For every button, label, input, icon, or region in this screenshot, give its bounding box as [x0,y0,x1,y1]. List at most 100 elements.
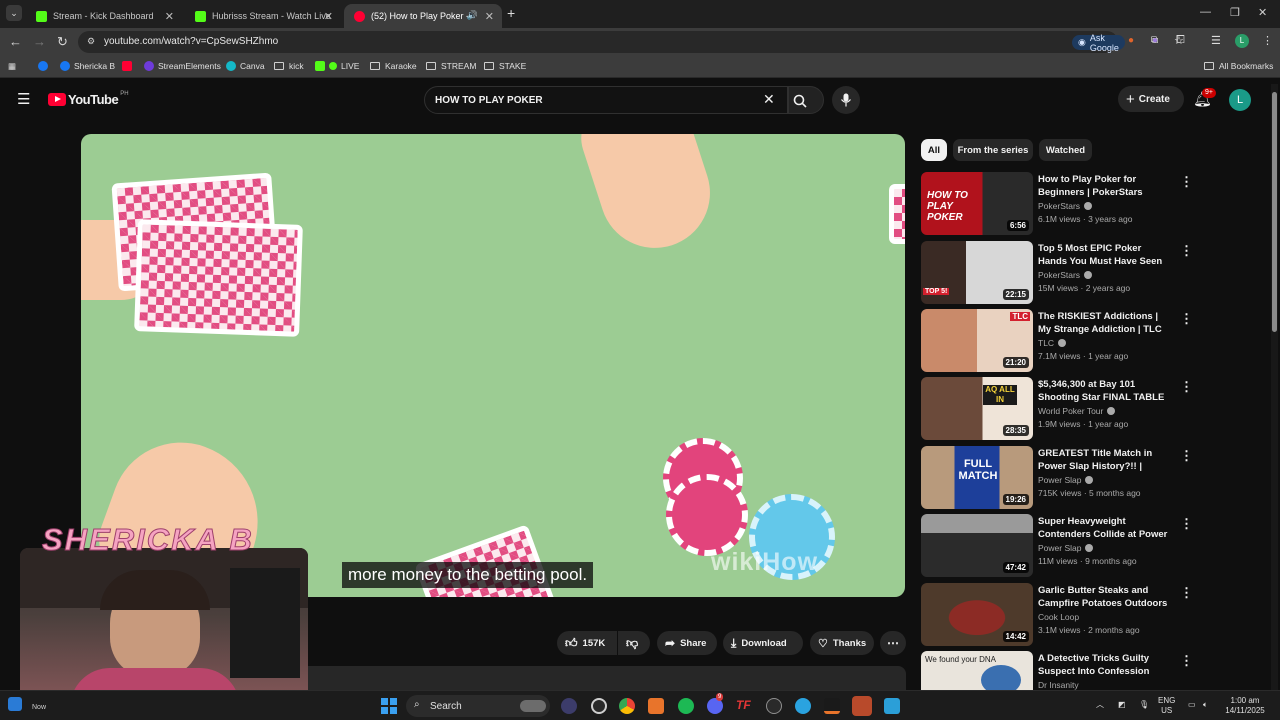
video-thumbnail[interactable]: FULL MATCH 19:26 [921,446,1033,509]
channel-name[interactable]: TLC [1038,338,1067,348]
chrome-app-icon[interactable] [619,698,635,714]
youtube-logo[interactable]: YouTube PH [48,91,129,107]
bookmark-folder-kick[interactable]: kick [274,61,304,71]
video-title[interactable]: A Detective Tricks Guilty Suspect Into C… [1038,652,1168,678]
video-thumbnail[interactable]: HOW TO PLAY POKER 6:56 [921,172,1033,235]
account-avatar[interactable]: L [1229,89,1251,111]
recommended-video[interactable]: TLC 21:20 The RISKIEST Addictions | My S… [921,309,1261,373]
video-thumbnail[interactable]: 14:42 [921,583,1033,646]
widgets-button[interactable]: Now [8,696,46,711]
restore-icon[interactable]: ❐ [1230,6,1240,19]
search-input[interactable]: HOW TO PLAY POKER ✕ [424,86,788,114]
more-options-icon[interactable]: ⋮ [1180,653,1193,669]
tf-app-icon[interactable]: TF [736,698,752,714]
reading-list-icon[interactable]: ☰ [1211,34,1221,47]
video-title[interactable]: Garlic Butter Steaks and Campfire Potato… [1038,584,1168,610]
more-options-icon[interactable]: ⋮ [1180,448,1193,464]
forward-icon[interactable]: → [33,34,46,49]
tab-kick-dashboard[interactable]: Stream - Kick Dashboard ✕ [26,4,182,28]
close-tab-icon[interactable]: ✕ [485,10,494,23]
tab-youtube-poker[interactable]: (52) How to Play Poker - Yo 🔊 ✕ [344,4,502,28]
chip-from-the-series[interactable]: From the series [953,139,1033,161]
bookmark-folder-karaoke[interactable]: Karaoke [370,61,417,71]
video-title[interactable]: Super Heavyweight Contenders Collide at … [1038,515,1168,541]
bookmark-streamelements[interactable]: StreamElements [144,61,221,71]
tray-overflow-icon[interactable]: ︿ [1096,700,1104,710]
site-info-icon[interactable]: ⚙ [87,36,95,47]
channel-name[interactable]: PokerStars [1038,201,1093,211]
more-options-icon[interactable]: ⋮ [1180,379,1193,395]
description-box[interactable] [300,666,906,690]
recommended-video[interactable]: AQ ALL IN 28:35 $5,346,300 at Bay 101 Sh… [921,377,1261,441]
recommended-video[interactable]: 47:42 Super Heavyweight Contenders Colli… [921,514,1261,578]
more-options-icon[interactable]: ⋮ [1180,585,1193,601]
like-button[interactable]: 👍︎ 157K [557,631,617,655]
more-options-icon[interactable]: ⋮ [1180,174,1193,190]
page-scrollbar[interactable] [1271,84,1278,690]
share-button[interactable]: ➦ Share [657,631,717,655]
taskbar-search[interactable]: ⌕ Search [406,695,550,717]
notepad-app-icon[interactable] [884,698,900,714]
channel-name[interactable]: Power Slap [1038,475,1094,485]
all-bookmarks-button[interactable]: All Bookmarks [1204,61,1273,71]
thanks-button[interactable]: ♡ Thanks [810,631,874,655]
apps-grid-icon[interactable]: ▦ [8,61,16,72]
recommended-video[interactable]: HOW TO PLAY POKER 6:56 How to Play Poker… [921,172,1261,236]
create-button[interactable]: + Create [1118,86,1184,112]
clear-search-icon[interactable]: ✕ [763,91,775,108]
bookmark-youtube[interactable] [122,61,136,71]
extension-fox-icon[interactable]: ● [1128,35,1134,46]
close-window-icon[interactable]: ✕ [1258,6,1267,19]
bookmark-canva[interactable]: Canva [226,61,265,71]
telegram-app-icon[interactable] [795,698,811,714]
recommended-video[interactable]: 14:42 Garlic Butter Steaks and Campfire … [921,583,1261,647]
recommended-video[interactable]: TOP 5! 22:15 Top 5 Most EPIC Poker Hands… [921,241,1261,305]
spotify-app-icon[interactable] [678,698,694,714]
copilot-app-icon[interactable] [561,698,577,714]
bookmark-shericka-b[interactable]: Shericka B [60,61,115,71]
more-options-icon[interactable]: ⋮ [1180,311,1193,327]
ask-google-button[interactable]: ◉ Ask Google [1072,33,1125,53]
bookmark-facebook[interactable] [38,61,52,71]
chip-all[interactable]: All [921,139,947,161]
video-thumbnail[interactable]: AQ ALL IN 28:35 [921,377,1033,440]
channel-name[interactable]: Cook Loop [1038,612,1079,622]
hamburger-menu-icon[interactable]: ☰ [17,90,30,108]
more-actions-button[interactable]: ⋯ [880,631,906,655]
tray-app-icon[interactable]: ◩ [1118,700,1126,710]
video-thumbnail[interactable]: TLC 21:20 [921,309,1033,372]
tab-search-button[interactable]: ⌄ [6,5,22,21]
clock[interactable]: 1:00 am 14/11/2025 [1222,696,1268,716]
profile-avatar[interactable]: L [1235,34,1249,48]
video-title[interactable]: The RISKIEST Addictions | My Strange Add… [1038,310,1168,336]
language-indicator[interactable]: ENG US [1158,696,1175,716]
scrollbar-thumb[interactable] [1272,92,1277,332]
video-thumbnail[interactable]: TOP 5! 22:15 [921,241,1033,304]
obs-app-icon[interactable] [591,698,607,714]
extension-purple-icon[interactable]: ● [1152,35,1158,46]
volume-icon[interactable]: 🔈︎ [1203,700,1208,710]
close-tab-icon[interactable]: ✕ [324,10,333,23]
bookmark-live[interactable]: LIVE [315,61,359,71]
more-options-icon[interactable]: ⋮ [1180,516,1193,532]
search-button[interactable] [788,86,824,114]
download-button[interactable]: ⤓ Download [723,631,803,655]
close-tab-icon[interactable]: ✕ [165,10,174,23]
bookmark-folder-stake[interactable]: STAKE [484,61,526,71]
start-button[interactable] [381,698,397,714]
channel-name[interactable]: PokerStars [1038,270,1093,280]
reload-icon[interactable]: ↻ [57,34,68,50]
audio-playing-icon[interactable]: 🔊 [467,10,478,21]
notifications-button[interactable]: 🔔︎ 9+ [1193,88,1216,109]
recommended-video[interactable]: FULL MATCH 19:26 GREATEST Title Match in… [921,446,1261,510]
active-app-icon[interactable] [852,696,872,716]
new-tab-icon[interactable]: + [507,5,515,21]
back-icon[interactable]: ← [9,34,22,49]
chip-watched[interactable]: Watched [1039,139,1092,161]
channel-name[interactable]: World Poker Tour [1038,406,1116,416]
minimize-icon[interactable]: — [1200,6,1211,18]
extensions-puzzle-icon[interactable]: ⧠ [1176,34,1185,47]
video-title[interactable]: GREATEST Title Match in Power Slap Histo… [1038,447,1168,473]
address-bar[interactable]: ⚙ youtube.com/watch?v=CpSewSHZhmo ◉ Ask … [78,31,1184,53]
app-icon[interactable] [824,698,840,714]
